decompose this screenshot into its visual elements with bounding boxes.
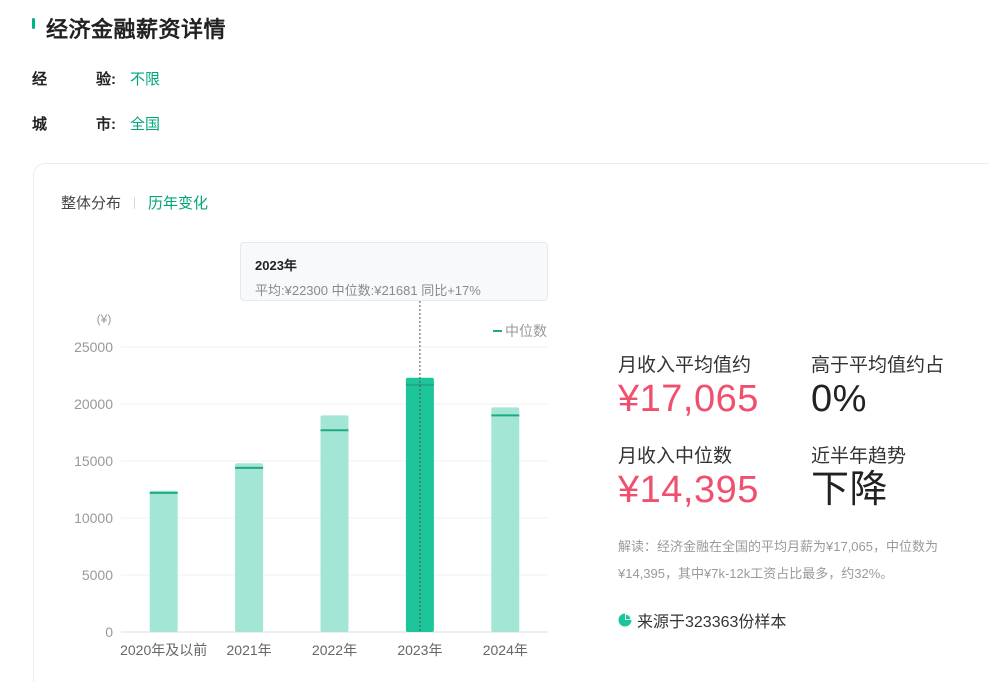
stat-above-average: 高于平均值约占 0% — [811, 350, 944, 419]
median-value: ¥14,395 — [618, 469, 759, 511]
y-tick-label: 20000 — [74, 396, 113, 412]
average-value: ¥17,065 — [618, 378, 759, 420]
sample-source-text: 来源于323363份样本 — [637, 614, 787, 631]
pie-chart-icon — [618, 613, 632, 627]
salary-explanation: 解读：经济金融在全国的平均月薪为¥17,065，中位数为¥14,395，其中¥7… — [618, 539, 938, 581]
sample-source: 来源于323363份样本 — [618, 608, 786, 632]
y-tick-label: 5000 — [82, 567, 113, 583]
y-tick-label: 0 — [105, 624, 113, 640]
above-average-label: 高于平均值约占 — [811, 355, 945, 376]
x-tick-label: 2022年 — [312, 642, 357, 658]
bar — [320, 415, 349, 632]
chart-tooltip: 2023年 平均:¥22300 中位数:¥21681 同比+17% — [240, 242, 548, 301]
bar — [235, 463, 264, 632]
x-tick-label: 2024年 — [483, 642, 528, 658]
median-label: 月收入中位数 — [618, 446, 733, 467]
trend-value: 下降 — [811, 469, 889, 511]
y-tick-label: 15000 — [74, 453, 113, 469]
trend-label: 近半年趋势 — [811, 446, 907, 467]
above-average-value: 0% — [811, 378, 867, 420]
tooltip-title: 2023年 — [255, 258, 297, 273]
y-tick-label: 10000 — [74, 510, 113, 526]
legend-median-label: 中位数 — [505, 323, 547, 339]
stat-average: 月收入平均值约 ¥17,065 — [618, 350, 759, 419]
bar — [491, 407, 520, 632]
y-axis-unit: (¥) — [97, 312, 112, 326]
stat-median: 月收入中位数 ¥14,395 — [618, 441, 759, 510]
stat-trend: 近半年趋势 下降 — [811, 441, 906, 510]
x-tick-label: 2023年 — [397, 642, 442, 658]
tooltip-body: 平均:¥22300 中位数:¥21681 同比+17% — [255, 283, 481, 298]
y-tick-label: 25000 — [74, 339, 113, 355]
average-label: 月收入平均值约 — [618, 355, 752, 376]
x-tick-label: 2021年 — [227, 642, 272, 658]
x-tick-label: 2020年及以前 — [120, 642, 207, 658]
bar — [149, 490, 178, 632]
